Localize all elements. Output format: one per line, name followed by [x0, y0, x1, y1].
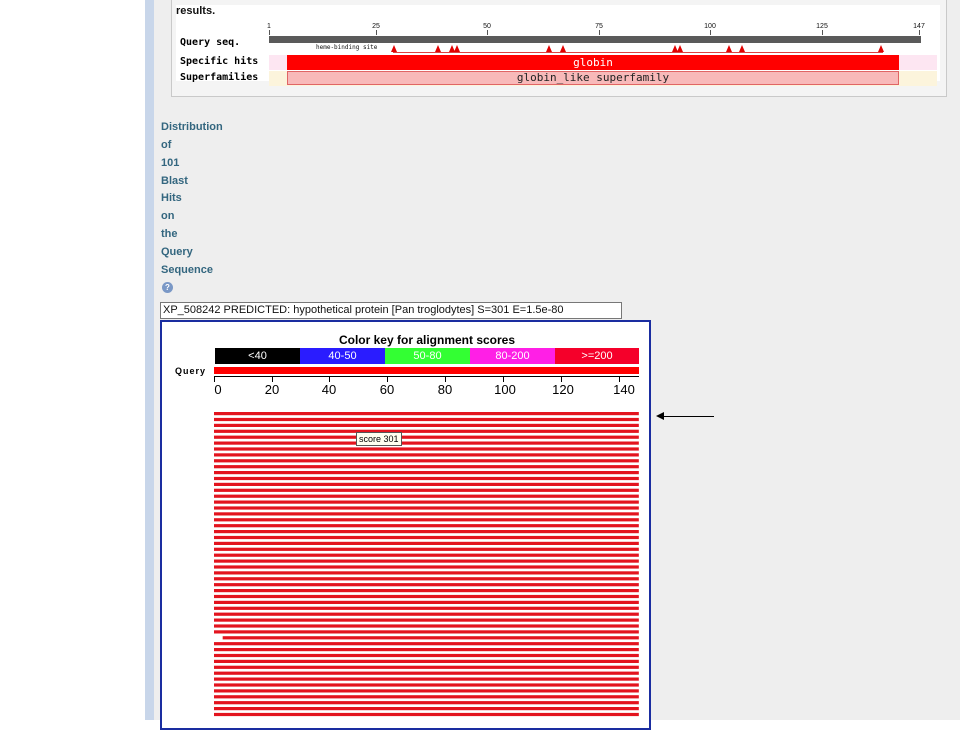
alignment-hit-line[interactable] [214, 435, 639, 439]
alignment-hit-line[interactable] [214, 500, 639, 504]
alignment-hit-line[interactable] [214, 589, 639, 593]
alignment-hit-line[interactable] [214, 541, 639, 545]
pointer-arrow-line [662, 416, 714, 417]
alignment-hit-line[interactable] [214, 417, 639, 422]
alignment-hit-line[interactable] [214, 565, 639, 569]
alignment-hit-line[interactable] [214, 659, 639, 663]
alignment-hit-line[interactable] [214, 465, 639, 469]
alignment-hit-line[interactable] [214, 671, 639, 675]
alignment-hit-line[interactable] [214, 553, 639, 557]
alignment-hit-line[interactable] [214, 488, 639, 492]
alignment-hit-line[interactable] [214, 429, 639, 433]
alignment-hit-line[interactable] [214, 630, 639, 634]
alignment-hit-line[interactable] [214, 559, 639, 563]
pointer-arrow-icon [656, 412, 664, 420]
alignment-hit-line[interactable] [214, 701, 639, 705]
alignment-hit-line[interactable] [214, 683, 639, 687]
alignment-hit-line[interactable] [214, 577, 639, 581]
alignment-hit-line[interactable] [214, 482, 639, 486]
alignment-hit-line[interactable] [214, 530, 639, 534]
alignment-hits-plot [214, 412, 639, 717]
alignment-hit-line[interactable] [214, 535, 639, 540]
alignment-hit-line[interactable] [214, 506, 639, 510]
alignment-hit-line[interactable] [214, 695, 639, 699]
alignment-hit-line[interactable] [214, 459, 639, 463]
alignment-hit-line[interactable] [214, 583, 639, 587]
alignment-hit-line[interactable] [214, 412, 639, 416]
alignment-hit-line[interactable] [214, 547, 639, 551]
alignment-hit-line[interactable] [214, 524, 639, 528]
alignment-hit-line[interactable] [214, 471, 639, 475]
alignment-hit-line[interactable] [214, 512, 639, 516]
alignment-hit-line[interactable] [214, 494, 639, 498]
alignment-hit-line[interactable] [214, 618, 639, 622]
alignment-hit-line[interactable] [214, 594, 639, 599]
alignment-hit-line[interactable] [214, 447, 639, 451]
alignment-hit-line[interactable] [214, 453, 639, 457]
score-tooltip: score 301 [356, 432, 402, 446]
alignment-hit-line[interactable] [214, 600, 639, 604]
alignment-hit-line[interactable] [214, 423, 639, 427]
alignment-hit-line[interactable] [214, 624, 639, 628]
alignment-hit-line[interactable] [214, 612, 639, 616]
alignment-hit-line[interactable] [214, 476, 639, 481]
alignment-hit-line[interactable] [214, 642, 639, 646]
alignment-hit-line[interactable] [222, 636, 639, 640]
alignment-hit-line[interactable] [214, 441, 639, 445]
alignment-hit-line[interactable] [214, 712, 639, 717]
alignment-hit-line[interactable] [214, 689, 639, 693]
alignment-hit-line[interactable] [214, 707, 639, 711]
alignment-hit-line[interactable] [214, 518, 639, 522]
alignment-hit-line[interactable] [214, 648, 639, 652]
alignment-hit-line[interactable] [214, 665, 639, 669]
alignment-hit-line[interactable] [214, 606, 639, 610]
alignment-hit-line[interactable] [214, 653, 639, 658]
alignment-hit-line[interactable] [214, 571, 639, 575]
alignment-hit-line[interactable] [214, 677, 639, 681]
